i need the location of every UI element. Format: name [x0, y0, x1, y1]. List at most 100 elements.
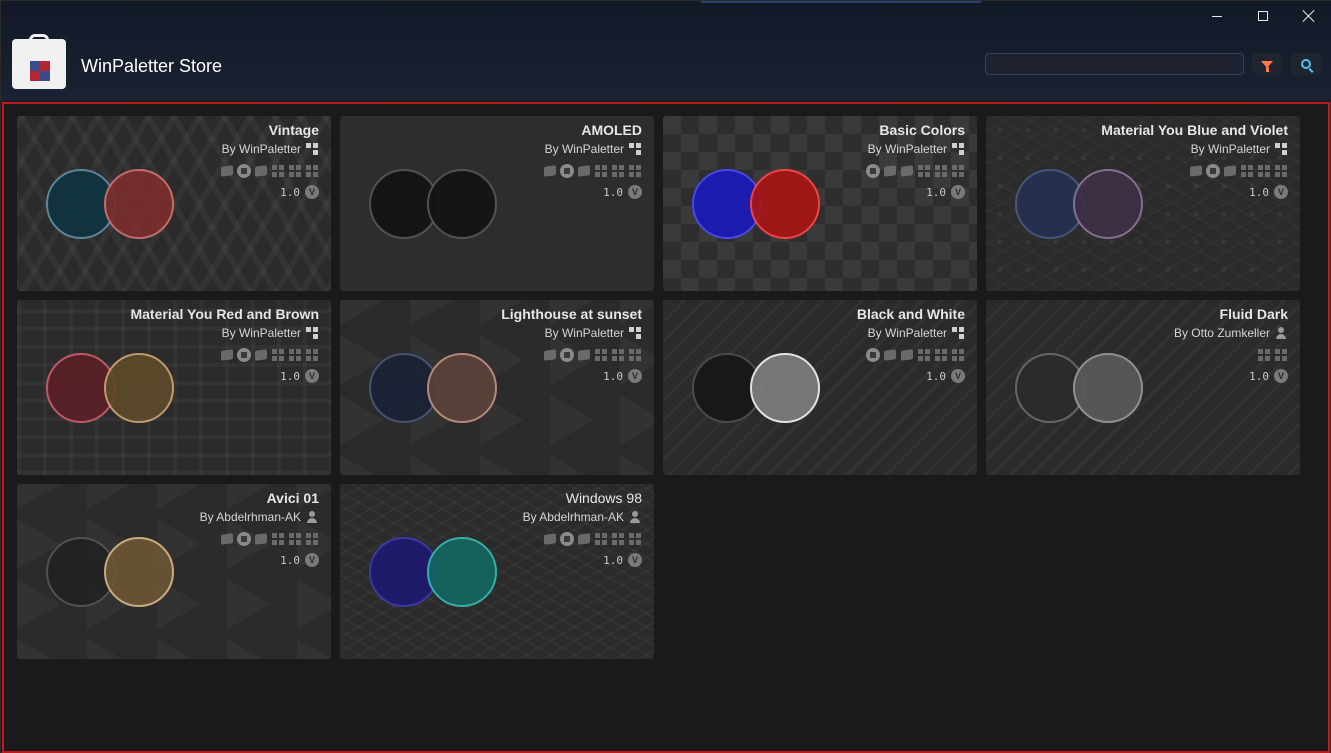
xp-icon [220, 164, 234, 178]
version-icon: V [1274, 185, 1288, 199]
os-support-row [866, 348, 965, 362]
win10-icon [934, 348, 948, 362]
minimize-button[interactable] [1194, 1, 1240, 31]
win7-icon [254, 164, 268, 178]
xp-icon [543, 348, 557, 362]
theme-version: 1.0 [1249, 369, 1269, 383]
win7-icon [254, 348, 268, 362]
author-row: By Abdelrhman-AK [200, 510, 319, 524]
version-row: 1.0 V [926, 185, 965, 199]
version-icon: V [951, 185, 965, 199]
user-icon [1274, 326, 1288, 340]
win8-icon [271, 164, 285, 178]
theme-card[interactable]: Black and White By WinPaletter 1.0 V [663, 300, 977, 475]
theme-title: Material You Blue and Violet [1101, 122, 1288, 138]
theme-card[interactable]: Material You Blue and Violet By WinPalett… [986, 116, 1300, 291]
vista-icon [237, 164, 251, 178]
theme-author: By WinPaletter [867, 326, 947, 340]
version-icon: V [305, 185, 319, 199]
os-support-row [543, 348, 642, 362]
preview-circle-secondary [1073, 353, 1143, 423]
theme-title: Lighthouse at sunset [501, 306, 642, 322]
os-support-row [543, 532, 642, 546]
title-bar: WinPaletter Store [1, 1, 1331, 101]
win11-icon [305, 348, 319, 362]
maximize-button[interactable] [1240, 1, 1286, 31]
author-row: By WinPaletter [868, 326, 965, 340]
win7-icon [254, 532, 268, 546]
author-row: By WinPaletter [1191, 142, 1288, 156]
preview-circle-secondary [427, 169, 497, 239]
os-support-row [220, 164, 319, 178]
app-title: WinPaletter Store [81, 56, 223, 76]
theme-version: 1.0 [280, 553, 300, 567]
preview-circle-secondary [104, 353, 174, 423]
theme-card[interactable]: Material You Red and Brown By WinPaletter… [17, 300, 331, 475]
xp-icon [543, 164, 557, 178]
vista-icon [866, 164, 880, 178]
theme-author: By WinPaletter [544, 326, 624, 340]
win11-icon [1274, 348, 1288, 362]
user-icon [305, 510, 319, 524]
version-icon: V [305, 553, 319, 567]
win11-icon [305, 532, 319, 546]
theme-card[interactable]: Vintage By WinPaletter 1.0 V [17, 116, 331, 291]
vista-icon [866, 348, 880, 362]
version-row: 1.0 V [1249, 185, 1288, 199]
accent-line [701, 1, 981, 3]
search-button[interactable] [1291, 53, 1321, 75]
version-row: 1.0 V [280, 553, 319, 567]
author-row: By WinPaletter [222, 326, 319, 340]
theme-card[interactable]: Windows 98 By Abdelrhman-AK 1.0 V [340, 484, 654, 659]
theme-author: By WinPaletter [1190, 142, 1270, 156]
close-button[interactable] [1286, 1, 1331, 31]
vista-icon [237, 532, 251, 546]
filter-button[interactable] [1252, 53, 1282, 75]
author-row: By WinPaletter [222, 142, 319, 156]
win7-icon [577, 532, 591, 546]
os-support-row [220, 532, 319, 546]
xp-icon [1189, 164, 1203, 178]
preview-circle-secondary [427, 537, 497, 607]
filter-icon [1261, 60, 1273, 72]
theme-card[interactable]: AMOLED By WinPaletter 1.0 V [340, 116, 654, 291]
preview-circle-secondary [750, 169, 820, 239]
theme-card[interactable]: Basic Colors By WinPaletter 1.0 V [663, 116, 977, 291]
win10-icon [288, 532, 302, 546]
version-row: 1.0 V [603, 369, 642, 383]
theme-title: AMOLED [581, 122, 642, 138]
theme-version: 1.0 [1249, 185, 1269, 199]
theme-card[interactable]: Fluid Dark By Otto Zumkeller 1.0 V [986, 300, 1300, 475]
win11-icon [628, 532, 642, 546]
author-row: By Abdelrhman-AK [523, 510, 642, 524]
win11-icon [628, 164, 642, 178]
version-row: 1.0 V [603, 553, 642, 567]
version-icon: V [628, 369, 642, 383]
theme-title: Basic Colors [879, 122, 965, 138]
search-input[interactable] [985, 53, 1244, 75]
win10-icon [288, 348, 302, 362]
theme-author: By Abdelrhman-AK [199, 510, 301, 524]
version-icon: V [951, 369, 965, 383]
theme-card[interactable]: Avici 01 By Abdelrhman-AK 1.0 V [17, 484, 331, 659]
store-window: WinPaletter Store Vintage By WinPaletter 1… [0, 0, 1331, 753]
theme-card[interactable]: Lighthouse at sunset By WinPaletter 1.0 V [340, 300, 654, 475]
theme-title: Material You Red and Brown [130, 306, 319, 322]
theme-title: Fluid Dark [1219, 306, 1288, 322]
preview-circle-secondary [750, 353, 820, 423]
close-icon [1303, 10, 1315, 22]
version-row: 1.0 V [1249, 369, 1288, 383]
theme-version: 1.0 [926, 369, 946, 383]
version-icon: V [628, 553, 642, 567]
win8-icon [1240, 164, 1254, 178]
theme-author: By WinPaletter [221, 326, 301, 340]
theme-author: By Otto Zumkeller [1173, 326, 1270, 340]
theme-author: By WinPaletter [867, 142, 947, 156]
maximize-icon [1258, 11, 1268, 21]
win8-icon [917, 164, 931, 178]
win8-icon [271, 348, 285, 362]
os-support-row [543, 164, 642, 178]
search-icon [1301, 59, 1311, 69]
os-support-row [866, 164, 965, 178]
author-row: By WinPaletter [545, 326, 642, 340]
